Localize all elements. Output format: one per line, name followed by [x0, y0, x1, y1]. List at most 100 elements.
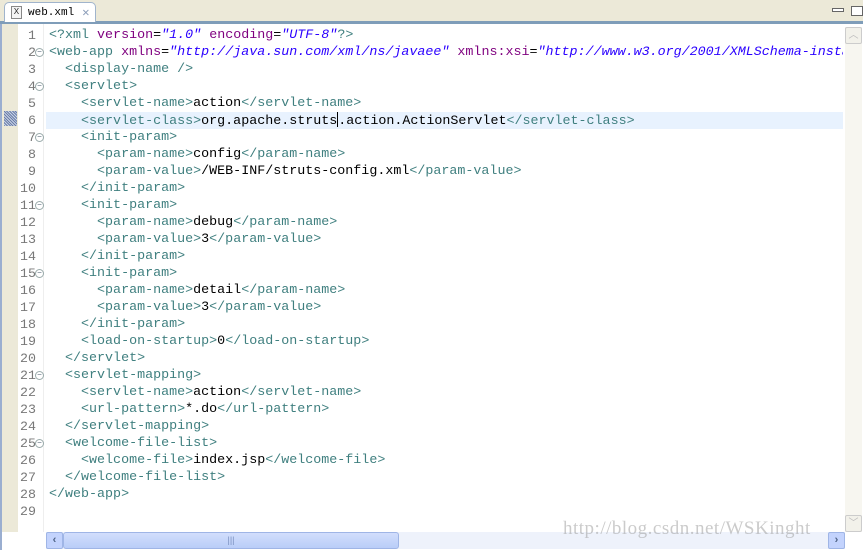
- xml-attribute-value: "UTF-8": [281, 28, 338, 43]
- code-line[interactable]: </init-param>: [46, 180, 843, 197]
- code-line[interactable]: <web-app xmlns="http://java.sun.com/xml/…: [46, 44, 843, 61]
- xml-tag: </load-on-startup>: [225, 334, 370, 349]
- code-line[interactable]: <load-on-startup>0</load-on-startup>: [46, 333, 843, 350]
- xml-tag: <servlet-class>: [81, 114, 202, 129]
- code-line[interactable]: </welcome-file-list>: [46, 469, 843, 486]
- xml-tag: <param-value>: [97, 164, 202, 179]
- line-number: 2−: [18, 44, 46, 61]
- xml-text: =: [153, 28, 162, 43]
- xml-text: [49, 232, 97, 247]
- xml-text: detail: [193, 283, 242, 298]
- code-line[interactable]: <init-param>: [46, 129, 843, 146]
- code-line[interactable]: <init-param>: [46, 197, 843, 214]
- code-line[interactable]: <init-param>: [46, 265, 843, 282]
- line-number: 28: [20, 487, 36, 502]
- xml-text: [49, 198, 81, 213]
- code-line[interactable]: <param-name>debug</param-name>: [46, 214, 843, 231]
- xml-tag: <servlet-mapping>: [65, 368, 202, 383]
- scroll-right-icon[interactable]: ›: [828, 532, 845, 549]
- line-number: 13: [20, 232, 36, 247]
- line-number: 18: [20, 317, 36, 332]
- close-icon[interactable]: ✕: [82, 5, 89, 20]
- line-number: 17: [20, 300, 36, 315]
- xml-tag: </param-value>: [209, 232, 322, 247]
- line-number: 21−: [18, 367, 46, 384]
- xml-tag: <param-name>: [97, 147, 194, 162]
- tab-web-xml[interactable]: X web.xml ✕: [4, 2, 96, 22]
- fold-toggle-icon[interactable]: −: [35, 201, 44, 210]
- code-line[interactable]: <servlet>: [46, 78, 843, 95]
- code-line[interactable]: <param-value>3</param-value>: [46, 231, 843, 248]
- line-number: 16: [20, 283, 36, 298]
- code-line[interactable]: <param-value>3</param-value>: [46, 299, 843, 316]
- scroll-left-icon[interactable]: ‹: [46, 532, 63, 549]
- fold-toggle-icon[interactable]: −: [35, 133, 44, 142]
- xml-tag: <param-name>: [97, 215, 194, 230]
- maximize-button[interactable]: [851, 6, 863, 16]
- fold-toggle-icon[interactable]: −: [35, 371, 44, 380]
- line-number-gutter: 1 2−3 4−5 6 7−8 9 10 11−12 13 14 15−16 17 18 19 20 21−2…: [18, 24, 44, 532]
- code-line[interactable]: <servlet-mapping>: [46, 367, 843, 384]
- line-number: 4−: [18, 78, 46, 95]
- xml-editor[interactable]: 1 2−3 4−5 6 7−8 9 10 11−12 13 14 15−16 17 18 19 20 21−2…: [0, 24, 863, 550]
- xml-tag: </welcome-file>: [265, 453, 386, 468]
- scroll-up-icon[interactable]: ︿: [845, 27, 862, 44]
- xml-text: [49, 181, 81, 196]
- line-number: 20: [20, 351, 36, 366]
- line-number: 3: [28, 62, 36, 77]
- xml-tag: <web-app: [49, 45, 122, 60]
- code-line[interactable]: <?xml version="1.0" encoding="UTF-8"?>: [46, 27, 843, 44]
- fold-toggle-icon[interactable]: −: [35, 439, 44, 448]
- xml-attribute-value: "http://www.w3.org/2001/XMLSchema-instan…: [537, 45, 843, 60]
- xml-attribute: encoding: [209, 28, 274, 43]
- xml-attribute-value: "http://java.sun.com/xml/ns/javaee": [169, 45, 450, 60]
- code-line[interactable]: </init-param>: [46, 316, 843, 333]
- xml-tag: </param-name>: [241, 283, 346, 298]
- code-line[interactable]: <url-pattern>*.do</url-pattern>: [46, 401, 843, 418]
- xml-attribute: version: [97, 28, 154, 43]
- line-number: 24: [20, 419, 36, 434]
- xml-tag: </param-value>: [409, 164, 522, 179]
- fold-toggle-icon[interactable]: −: [35, 82, 44, 91]
- xml-text: [49, 130, 81, 145]
- xml-text: [201, 28, 209, 43]
- code-line[interactable]: <param-value>/WEB-INF/struts-config.xml<…: [46, 163, 843, 180]
- xml-tag: <param-name>: [97, 283, 194, 298]
- code-line[interactable]: <param-name>detail</param-name>: [46, 282, 843, 299]
- xml-text: debug: [193, 215, 234, 230]
- code-line[interactable]: <display-name />: [46, 61, 843, 78]
- xml-tag: ?>: [337, 28, 354, 43]
- fold-toggle-icon[interactable]: −: [35, 48, 44, 57]
- xml-text: =: [161, 45, 170, 60]
- fold-toggle-icon[interactable]: −: [35, 269, 44, 278]
- code-line[interactable]: <welcome-file-list>: [46, 435, 843, 452]
- code-line[interactable]: <servlet-name>action</servlet-name>: [46, 95, 843, 112]
- xml-text: [49, 317, 81, 332]
- vertical-scrollbar[interactable]: ︿ ﹀: [845, 27, 862, 532]
- xml-tag: <servlet-name>: [81, 96, 194, 111]
- code-line[interactable]: </init-param>: [46, 248, 843, 265]
- xml-text: action: [193, 96, 242, 111]
- horizontal-scroll-thumb[interactable]: |||: [63, 532, 399, 549]
- line-number: 14: [20, 249, 36, 264]
- code-area[interactable]: <?xml version="1.0" encoding="UTF-8"?> <w…: [46, 27, 843, 532]
- code-line[interactable]: <servlet-name>action</servlet-name>: [46, 384, 843, 401]
- xml-text: [49, 453, 81, 468]
- code-line[interactable]: <servlet-class>org.apache.struts.action.…: [46, 112, 843, 129]
- scroll-down-icon[interactable]: ﹀: [845, 515, 862, 532]
- xml-attribute: xmlns:xsi: [457, 45, 530, 60]
- xml-tag: <init-param>: [81, 266, 178, 281]
- line-number: 25−: [18, 435, 46, 452]
- minimize-button[interactable]: [832, 8, 844, 12]
- line-number: 19: [20, 334, 36, 349]
- code-line[interactable]: </servlet-mapping>: [46, 418, 843, 435]
- xml-text: [49, 96, 81, 111]
- code-line[interactable]: </servlet>: [46, 350, 843, 367]
- xml-text: 3: [201, 300, 210, 315]
- code-line[interactable]: </web-app>: [46, 486, 843, 503]
- xml-text: /WEB-INF/struts-config.xml: [201, 164, 410, 179]
- xml-tag: </url-pattern>: [217, 402, 330, 417]
- code-line[interactable]: <param-name>config</param-name>: [46, 146, 843, 163]
- code-line[interactable]: <welcome-file>index.jsp</welcome-file>: [46, 452, 843, 469]
- xml-tag: <init-param>: [81, 198, 178, 213]
